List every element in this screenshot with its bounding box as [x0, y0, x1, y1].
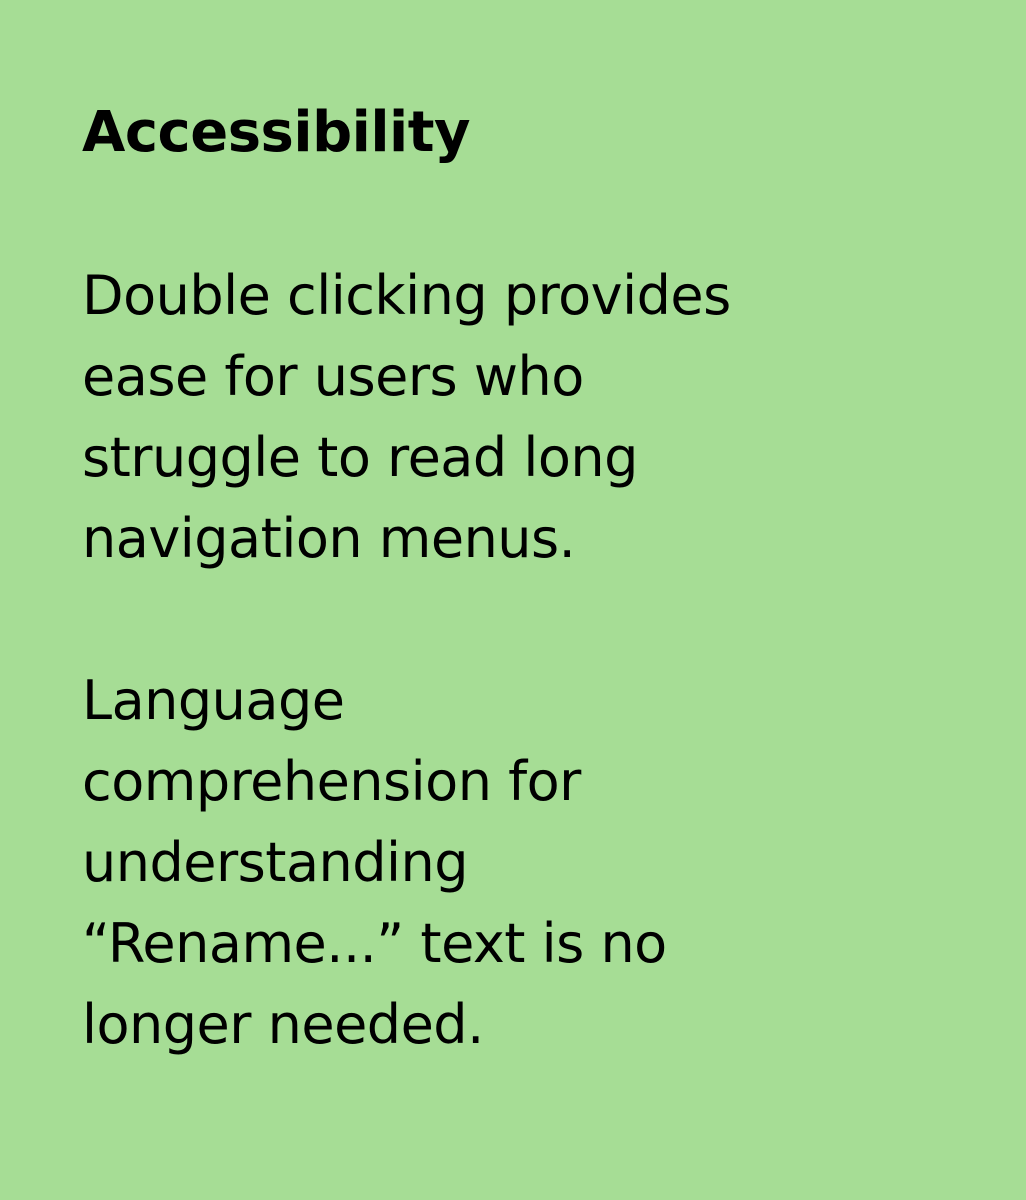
note-heading: Accessibility: [82, 100, 471, 165]
paragraph-line: struggle to read long: [82, 426, 638, 489]
paragraph-line: Language: [82, 669, 345, 732]
paragraph-line: navigation menus.: [82, 507, 576, 570]
paragraph-line: comprehension for: [82, 750, 581, 813]
paragraph-line: Double clicking provides: [82, 264, 731, 327]
sticky-note-card: Accessibility Double clicking provides e…: [0, 0, 1026, 1200]
paragraph-line: “Rename...” text is no: [82, 912, 667, 975]
paragraph-line: understanding: [82, 831, 469, 894]
note-paragraph-language-comprehension: Language comprehension for understanding…: [82, 660, 667, 1065]
note-paragraph-double-clicking: Double clicking provides ease for users …: [82, 255, 731, 579]
paragraph-line: longer needed.: [82, 993, 484, 1056]
paragraph-line: ease for users who: [82, 345, 584, 408]
